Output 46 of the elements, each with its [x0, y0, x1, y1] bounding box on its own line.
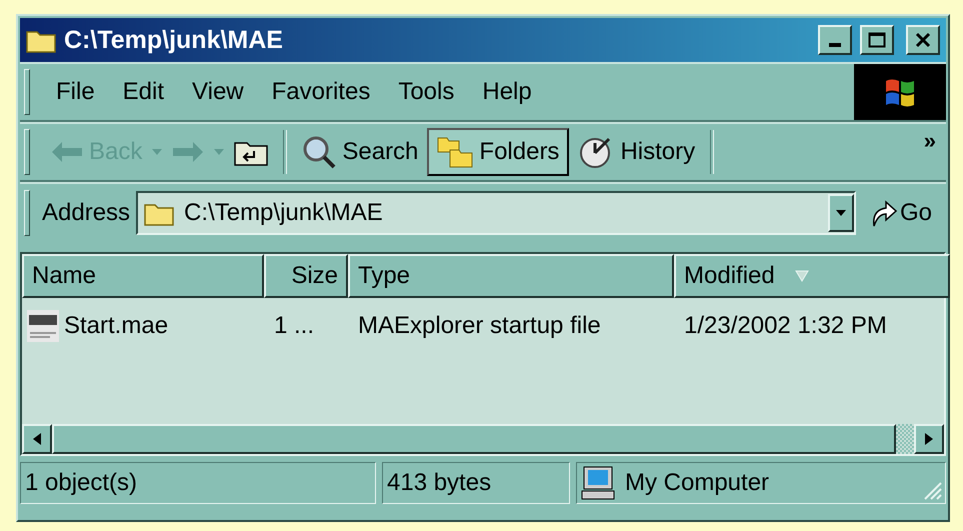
- minimize-icon: [829, 43, 841, 47]
- caret-icon: [836, 210, 846, 216]
- menu-item[interactable]: File: [42, 78, 109, 106]
- dropdown-button[interactable]: [828, 194, 854, 232]
- menu-item[interactable]: Tools: [384, 78, 468, 106]
- computer-icon: [581, 466, 617, 500]
- object-count: 1 object(s): [25, 469, 138, 497]
- menu-item[interactable]: Favorites: [258, 78, 384, 106]
- go-button[interactable]: Go: [870, 198, 932, 228]
- more-button[interactable]: »: [924, 128, 936, 154]
- file-icon: [26, 309, 60, 343]
- history-button[interactable]: History: [569, 128, 704, 176]
- caret-icon: [213, 148, 226, 156]
- minimize-button[interactable]: [818, 25, 852, 55]
- forward-arrow-icon: [172, 141, 204, 163]
- close-icon: [915, 32, 931, 48]
- address-field[interactable]: C:\Temp\junk\MAE: [136, 191, 856, 235]
- zone-text: My Computer: [625, 469, 770, 497]
- table-cell-text: MAExplorer startup file: [357, 312, 602, 340]
- window-title: C:\Temp\junk\MAE: [64, 26, 284, 54]
- flag-icon: [883, 77, 917, 107]
- caret-icon: [151, 148, 164, 156]
- table-cell-text: 1/23/2002 1:32 PM: [683, 312, 888, 340]
- search-icon: [302, 135, 336, 169]
- right-arrow-icon: [925, 433, 933, 445]
- address-label: Address: [42, 199, 130, 227]
- menu-item[interactable]: Edit: [108, 78, 178, 106]
- menu-item[interactable]: View: [178, 78, 258, 106]
- maximize-icon: [868, 32, 886, 48]
- folders-icon: [437, 136, 474, 168]
- maximize-button[interactable]: [860, 25, 894, 55]
- scroll-left-button[interactable]: [22, 424, 52, 454]
- search-button[interactable]: Search: [293, 128, 428, 176]
- column-header[interactable]: Name: [22, 254, 264, 298]
- folders-button[interactable]: Folders: [427, 128, 570, 176]
- column-header[interactable]: Size: [264, 254, 348, 298]
- scroll-right-button[interactable]: [914, 424, 944, 454]
- table-cell-text: 1 ...: [273, 312, 316, 340]
- back-arrow-icon: [51, 141, 83, 163]
- column-header[interactable]: Type: [348, 254, 674, 298]
- left-arrow-icon: [33, 433, 41, 445]
- close-button[interactable]: [906, 25, 940, 55]
- column-header[interactable]: Modified: [674, 254, 950, 298]
- menu-item[interactable]: Help: [468, 78, 546, 106]
- file-name[interactable]: Start.mae: [64, 312, 168, 340]
- size-text: 413 bytes: [387, 469, 492, 497]
